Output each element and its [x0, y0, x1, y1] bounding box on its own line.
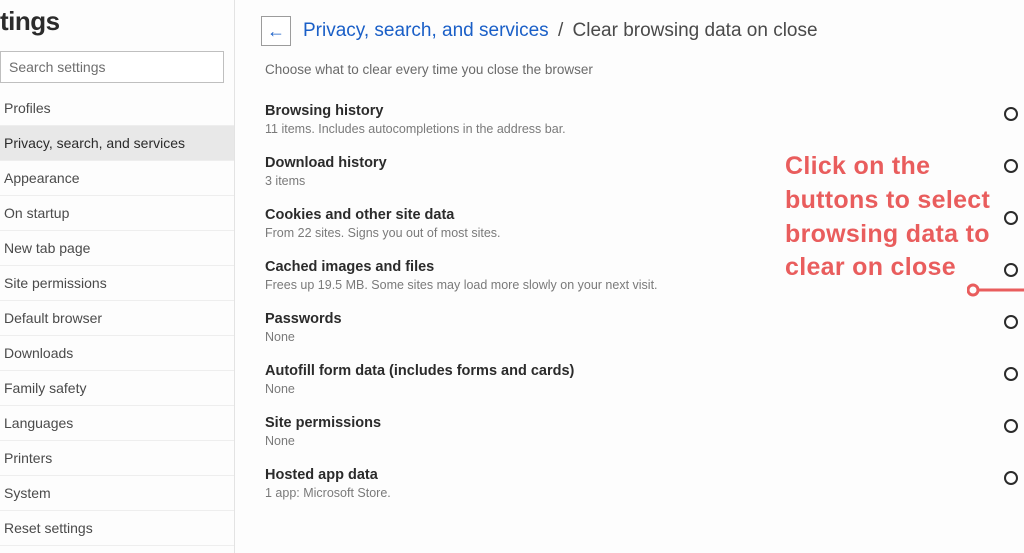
- toggle-site-permissions[interactable]: [1004, 419, 1018, 433]
- row-cookies: Cookies and other site data From 22 site…: [261, 199, 1024, 251]
- sidebar-item-profiles[interactable]: Profiles: [0, 91, 234, 126]
- row-desc: None: [265, 434, 381, 448]
- sidebar-item-site-permissions[interactable]: Site permissions: [0, 266, 234, 301]
- row-title: Cookies and other site data: [265, 207, 501, 223]
- settings-sidebar: tings Profiles Privacy, search, and serv…: [0, 0, 235, 553]
- sidebar-item-phone-devices[interactable]: Phone and other devices: [0, 546, 234, 553]
- search-input[interactable]: [0, 51, 224, 83]
- sidebar-item-reset-settings[interactable]: Reset settings: [0, 511, 234, 546]
- toggle-hosted-app-data[interactable]: [1004, 471, 1018, 485]
- row-browsing-history: Browsing history 11 items. Includes auto…: [261, 95, 1024, 147]
- row-title: Hosted app data: [265, 467, 391, 483]
- row-desc: None: [265, 382, 574, 396]
- row-title: Cached images and files: [265, 259, 658, 275]
- back-button[interactable]: ←: [261, 16, 291, 46]
- row-title: Browsing history: [265, 103, 566, 119]
- breadcrumb-sep: /: [558, 20, 563, 41]
- row-desc: Frees up 19.5 MB. Some sites may load mo…: [265, 278, 658, 292]
- breadcrumb-current: Clear browsing data on close: [573, 20, 818, 41]
- toggle-download-history[interactable]: [1004, 159, 1018, 173]
- row-desc: None: [265, 330, 342, 344]
- row-desc: 3 items: [265, 174, 387, 188]
- toggle-autofill[interactable]: [1004, 367, 1018, 381]
- sidebar-item-languages[interactable]: Languages: [0, 406, 234, 441]
- row-title: Passwords: [265, 311, 342, 327]
- settings-heading: tings: [0, 0, 234, 51]
- row-passwords: Passwords None: [261, 303, 1024, 355]
- row-hosted-app-data: Hosted app data 1 app: Microsoft Store.: [261, 459, 1024, 511]
- settings-nav: Profiles Privacy, search, and services A…: [0, 91, 234, 553]
- toggle-cached-images[interactable]: [1004, 263, 1018, 277]
- row-site-permissions: Site permissions None: [261, 407, 1024, 459]
- sidebar-item-printers[interactable]: Printers: [0, 441, 234, 476]
- sidebar-item-on-startup[interactable]: On startup: [0, 196, 234, 231]
- sidebar-item-new-tab-page[interactable]: New tab page: [0, 231, 234, 266]
- toggle-browsing-history[interactable]: [1004, 107, 1018, 121]
- row-title: Autofill form data (includes forms and c…: [265, 363, 574, 379]
- sidebar-item-system[interactable]: System: [0, 476, 234, 511]
- breadcrumb-parent-link[interactable]: Privacy, search, and services: [303, 20, 549, 41]
- toggle-passwords[interactable]: [1004, 315, 1018, 329]
- toggle-cookies[interactable]: [1004, 211, 1018, 225]
- clear-data-list: Browsing history 11 items. Includes auto…: [261, 95, 1024, 511]
- sidebar-item-downloads[interactable]: Downloads: [0, 336, 234, 371]
- breadcrumb: ← Privacy, search, and services / Clear …: [261, 16, 1024, 46]
- sidebar-item-family-safety[interactable]: Family safety: [0, 371, 234, 406]
- row-title: Download history: [265, 155, 387, 171]
- main-panel: ← Privacy, search, and services / Clear …: [235, 0, 1024, 553]
- sidebar-item-appearance[interactable]: Appearance: [0, 161, 234, 196]
- row-desc: 11 items. Includes autocompletions in th…: [265, 122, 566, 136]
- row-download-history: Download history 3 items: [261, 147, 1024, 199]
- page-subtitle: Choose what to clear every time you clos…: [265, 62, 1024, 77]
- sidebar-item-default-browser[interactable]: Default browser: [0, 301, 234, 336]
- row-autofill: Autofill form data (includes forms and c…: [261, 355, 1024, 407]
- sidebar-item-privacy-search-services[interactable]: Privacy, search, and services: [0, 126, 234, 161]
- row-title: Site permissions: [265, 415, 381, 431]
- arrow-left-icon: ←: [267, 21, 285, 42]
- row-cached-images: Cached images and files Frees up 19.5 MB…: [261, 251, 1024, 303]
- row-desc: From 22 sites. Signs you out of most sit…: [265, 226, 501, 240]
- row-desc: 1 app: Microsoft Store.: [265, 486, 391, 500]
